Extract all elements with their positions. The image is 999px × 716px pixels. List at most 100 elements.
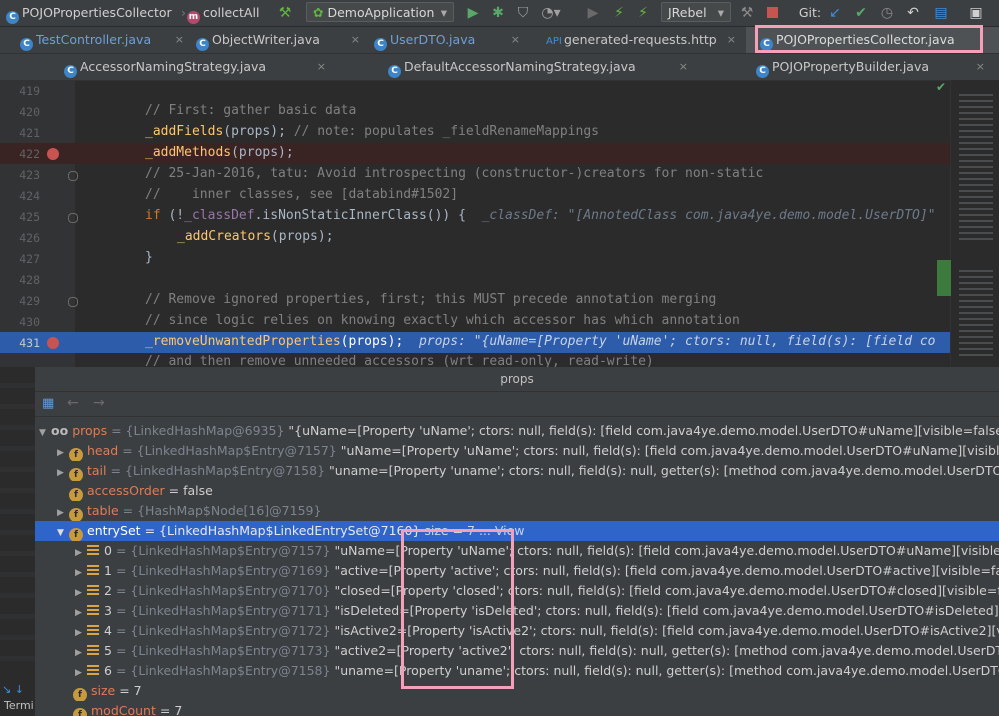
- show-types-icon[interactable]: ▦: [42, 396, 54, 411]
- tab-accessornamingstrategy[interactable]: C AccessorNamingStrategy.java ×: [64, 54, 332, 80]
- tab-generated-requests[interactable]: API generated-requests.http ×: [546, 27, 742, 53]
- collapsed-chevron-icon[interactable]: ▶: [75, 663, 87, 681]
- highlight-box-active-tab: [755, 25, 983, 53]
- history-icon[interactable]: ◷: [878, 3, 896, 23]
- close-icon[interactable]: ×: [976, 54, 985, 80]
- code-line-420[interactable]: // First: gather basic data: [145, 103, 356, 118]
- collapsed-chevron-icon[interactable]: ▶: [75, 583, 87, 601]
- close-icon[interactable]: ×: [511, 27, 520, 53]
- tree-node-table[interactable]: ▶ f table = {HashMap$Node[16]@7159}: [35, 501, 999, 521]
- collapsed-chevron-icon[interactable]: ▶: [57, 443, 69, 461]
- breadcrumb-class[interactable]: C POJOPropertiesCollector: [6, 4, 172, 24]
- editor-minimap[interactable]: [937, 80, 999, 368]
- code-line-432[interactable]: // and then remove unneeded accessors (w…: [145, 354, 654, 367]
- tab-objectwriter[interactable]: C ObjectWriter.java ×: [196, 27, 366, 53]
- collapsed-chevron-icon[interactable]: ▶: [75, 623, 87, 641]
- code-line-422[interactable]: _addMethods(props);: [145, 145, 294, 160]
- hammer-icon[interactable]: ⚒: [738, 3, 756, 23]
- jrebel-select[interactable]: JRebel ▾: [661, 2, 731, 22]
- tree-entry-5[interactable]: ▶ 5 = {LinkedHashMap$Entry@7173} "active2…: [35, 641, 999, 661]
- build-hammer-icon[interactable]: ⚒: [276, 3, 294, 23]
- tree-node-entryset[interactable]: ▼ f entrySet = {LinkedHashMap$LinkedEntryS…: [35, 521, 999, 541]
- code-line-430[interactable]: // since logic relies on knowing exactly…: [145, 313, 740, 328]
- collapsed-chevron-icon[interactable]: ▶: [57, 463, 69, 481]
- expanded-chevron-icon[interactable]: ▼: [39, 423, 51, 441]
- tree-node-accessorder[interactable]: f accessOrder = false: [35, 481, 999, 501]
- class-icon: C: [374, 38, 387, 51]
- fold-marker-icon[interactable]: [68, 297, 78, 307]
- tree-entry-6[interactable]: ▶ 6 = {LinkedHashMap$Entry@7158} "uname=[…: [35, 661, 999, 681]
- close-icon[interactable]: ×: [175, 27, 184, 53]
- code-line-424[interactable]: // inner classes, see [databind#1502]: [145, 187, 458, 202]
- debug-bug-icon[interactable]: ✱: [490, 3, 506, 23]
- collapsed-chevron-icon[interactable]: ▶: [57, 503, 69, 521]
- chevron-down-icon: ▾: [717, 5, 724, 20]
- git-update-icon[interactable]: ↙: [826, 3, 844, 23]
- jrebel-run-icon[interactable]: ⚡: [610, 3, 628, 23]
- diff-marker: [937, 260, 951, 296]
- back-arrow-icon[interactable]: ←: [67, 395, 79, 411]
- entry-icon: [87, 545, 99, 555]
- close-icon[interactable]: ×: [727, 27, 736, 53]
- class-icon: C: [20, 38, 33, 51]
- code-line-425[interactable]: if (!_classDef.isNonStaticInnerClass()) …: [145, 208, 936, 223]
- run-config-select[interactable]: ✿ DemoApplication ▾: [306, 2, 454, 22]
- git-commit-icon[interactable]: ✔: [852, 3, 870, 23]
- tree-entry-4[interactable]: ▶ 4 = {LinkedHashMap$Entry@7172} "isActiv…: [35, 621, 999, 641]
- watch-glasses-icon: oo: [51, 423, 69, 438]
- project-structure-icon[interactable]: ▤: [932, 3, 950, 23]
- collapsed-chevron-icon[interactable]: ▶: [75, 643, 87, 661]
- run-icon[interactable]: ▶: [465, 3, 481, 23]
- close-icon[interactable]: ×: [317, 54, 326, 80]
- entry-icon: [87, 585, 99, 595]
- popup-title: props: [35, 367, 999, 392]
- inspection-ok-icon[interactable]: ✔: [936, 80, 946, 94]
- tree-node-props[interactable]: ▼ oo props = {LinkedHashMap@6935} "{uName=…: [35, 421, 999, 441]
- close-icon[interactable]: ×: [679, 54, 688, 80]
- profile-icon[interactable]: ◔▾: [540, 3, 562, 23]
- tab-pojopropertybuilder[interactable]: C POJOPropertyBuilder.java ×: [756, 54, 999, 80]
- tree-node-size[interactable]: f size = 7: [35, 681, 999, 701]
- tab-testcontroller[interactable]: C TestController.java ×: [20, 27, 190, 53]
- code-line-431[interactable]: _removeUnwantedProperties(props); props:…: [145, 334, 936, 349]
- code-line-421[interactable]: _addFields(props); // note: populates _f…: [145, 124, 599, 139]
- tab-userdto[interactable]: C UserDTO.java ×: [374, 27, 526, 53]
- tree-entry-2[interactable]: ▶ 2 = {LinkedHashMap$Entry@7170} "closed=…: [35, 581, 999, 601]
- rollback-icon[interactable]: ↶: [904, 3, 922, 23]
- api-file-icon: API: [546, 36, 562, 47]
- terminal-window-icon[interactable]: ▣: [966, 3, 986, 23]
- collapsed-chevron-icon[interactable]: ▶: [75, 563, 87, 581]
- expanded-chevron-icon[interactable]: ▼: [57, 523, 69, 541]
- line-number: 428: [19, 273, 40, 287]
- fold-marker-icon[interactable]: [68, 213, 78, 223]
- stop-icon[interactable]: [764, 3, 780, 23]
- tree-entry-0[interactable]: ▶ 0 = {LinkedHashMap$Entry@7157} "uName=[…: [35, 541, 999, 561]
- tree-node-modcount[interactable]: f modCount = 7: [35, 701, 999, 716]
- code-line-423[interactable]: // 25-Jan-2016, tatu: Avoid introspectin…: [145, 166, 763, 181]
- coverage-shield-icon[interactable]: ⛉: [515, 3, 531, 23]
- code-line-426[interactable]: _addCreators(props);: [177, 229, 334, 244]
- breadcrumb-separator: ›: [181, 5, 186, 20]
- git-label: Git:: [798, 5, 822, 20]
- collapsed-chevron-icon[interactable]: ▶: [75, 603, 87, 621]
- code-line-429[interactable]: // Remove ignored properties, first; thi…: [145, 292, 716, 307]
- tree-entry-1[interactable]: ▶ 1 = {LinkedHashMap$Entry@7169} "active=…: [35, 561, 999, 581]
- jrebel-debug-icon[interactable]: ⚡: [634, 3, 652, 23]
- forward-arrow-icon[interactable]: →: [93, 395, 105, 411]
- tab-defaultaccessornamingstrategy[interactable]: C DefaultAccessorNamingStrategy.java ×: [388, 54, 694, 80]
- scroll-arrows-icon[interactable]: ↘ ↓: [2, 683, 24, 696]
- terminal-tab-label[interactable]: Termi: [4, 699, 34, 712]
- run-disabled-icon[interactable]: ▶: [585, 3, 601, 23]
- tree-node-tail[interactable]: ▶ f tail = {LinkedHashMap$Entry@7158} "una…: [35, 461, 999, 481]
- tree-entry-3[interactable]: ▶ 3 = {LinkedHashMap$Entry@7171} "isDelet…: [35, 601, 999, 621]
- code-line-427[interactable]: }: [145, 250, 153, 265]
- field-icon: f: [69, 508, 83, 521]
- tree-node-head[interactable]: ▶ f head = {LinkedHashMap$Entry@7157} "uNa…: [35, 441, 999, 461]
- fold-marker-icon[interactable]: [68, 171, 78, 181]
- entry-icon: [87, 665, 99, 675]
- collapsed-chevron-icon[interactable]: ▶: [75, 543, 87, 561]
- breakpoint-check-icon[interactable]: [47, 337, 59, 349]
- close-icon[interactable]: ×: [351, 27, 360, 53]
- breadcrumb-method[interactable]: m collectAll: [187, 4, 259, 24]
- breakpoint-check-icon[interactable]: [47, 148, 59, 160]
